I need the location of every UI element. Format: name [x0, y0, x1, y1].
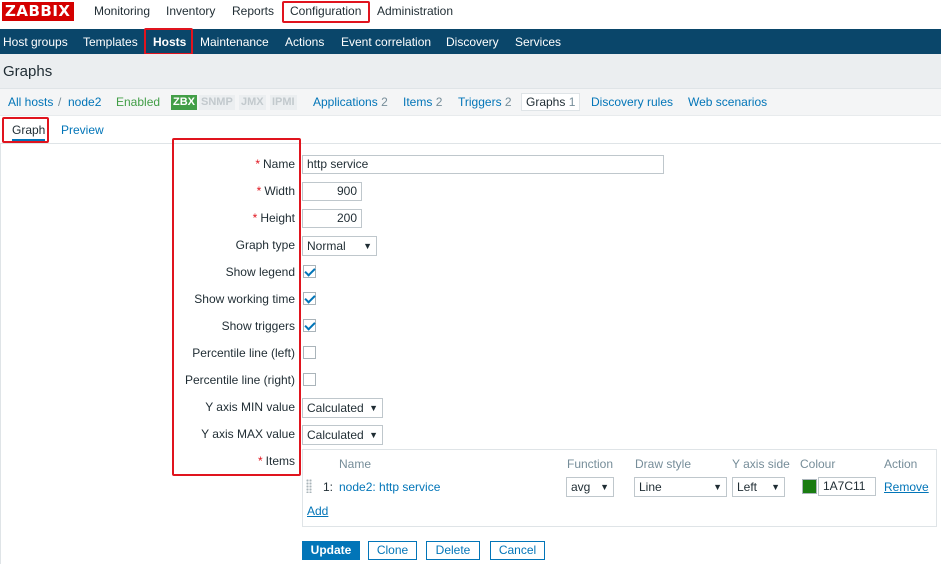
submenu-actions[interactable]: Actions: [285, 35, 324, 49]
dropdown-arrow-icon: ▼: [363, 241, 372, 251]
colour-input[interactable]: 1A7C11: [818, 477, 876, 496]
badge-snmp: SNMP: [199, 95, 235, 110]
applications-label: Applications: [313, 95, 378, 109]
delete-button[interactable]: Delete: [426, 541, 480, 560]
top-navigation: ZABBIX Monitoring Inventory Reports Conf…: [0, 0, 941, 29]
row-index: 1:: [323, 480, 334, 494]
submenu-services[interactable]: Services: [515, 35, 561, 49]
dropdown-arrow-icon: ▼: [771, 482, 780, 492]
drag-handle-icon[interactable]: [306, 479, 312, 493]
show-legend-checkbox[interactable]: [303, 265, 316, 278]
triggers-label: Triggers: [458, 95, 502, 109]
y-max-select[interactable]: Calculated ▼: [302, 425, 383, 445]
menu-inventory[interactable]: Inventory: [166, 4, 215, 18]
show-working-time-checkbox[interactable]: [303, 292, 316, 305]
dropdown-arrow-icon: ▼: [713, 482, 722, 492]
highlight-configuration: [282, 1, 370, 23]
header-draw-style: Draw style: [635, 457, 692, 471]
header-colour: Colour: [800, 457, 836, 471]
y-min-value: Calculated: [307, 401, 364, 415]
highlight-form-labels: [172, 138, 301, 476]
graph-type-value: Normal: [307, 239, 346, 253]
y-axis-side-select[interactable]: Left ▼: [732, 477, 785, 497]
name-input[interactable]: http service: [302, 155, 664, 174]
dropdown-arrow-icon: ▼: [369, 403, 378, 413]
item-name-link[interactable]: node2: http service: [339, 480, 440, 494]
show-triggers-checkbox[interactable]: [303, 319, 316, 332]
y-min-select[interactable]: Calculated ▼: [302, 398, 383, 418]
header-name: Name: [339, 457, 372, 471]
host-link[interactable]: node2: [68, 95, 101, 109]
zabbix-logo[interactable]: ZABBIX: [2, 2, 74, 21]
graphs-label: Graphs: [526, 95, 566, 109]
items-link[interactable]: Items 2: [403, 95, 442, 109]
function-value: avg: [571, 480, 591, 494]
badge-jmx: JMX: [239, 95, 266, 110]
colour-swatch[interactable]: [802, 479, 817, 494]
y-axis-side-value: Left: [737, 480, 758, 494]
submenu-host-groups[interactable]: Host groups: [3, 35, 68, 49]
remove-item-link[interactable]: Remove: [884, 480, 929, 494]
width-input[interactable]: 900: [302, 182, 362, 201]
header-function: Function: [567, 457, 614, 471]
host-breadcrumb-bar: All hosts / node2 Enabled ZBX SNMP JMX I…: [0, 89, 941, 116]
applications-link[interactable]: Applications 2: [313, 95, 388, 109]
applications-count: 2: [381, 95, 388, 109]
y-max-value: Calculated: [307, 428, 364, 442]
graph-type-select[interactable]: Normal ▼: [302, 236, 377, 256]
badge-ipmi: IPMI: [270, 95, 297, 110]
triggers-link[interactable]: Triggers 2: [458, 95, 512, 109]
form-tabs: Graph Preview: [0, 117, 941, 144]
submenu-templates[interactable]: Templates: [83, 35, 138, 49]
graphs-link[interactable]: Graphs 1: [521, 93, 581, 111]
submenu-event-correlation[interactable]: Event correlation: [341, 35, 431, 49]
items-label: Items: [403, 95, 433, 109]
header-y-axis-side: Y axis side: [732, 457, 790, 471]
draw-style-value: Line: [639, 480, 662, 494]
tab-preview[interactable]: Preview: [61, 123, 104, 137]
discovery-rules-link[interactable]: Discovery rules: [591, 95, 673, 109]
highlight-hosts: [144, 28, 193, 55]
breadcrumb-separator: /: [58, 95, 62, 109]
submenu-maintenance[interactable]: Maintenance: [200, 35, 269, 49]
submenu-discovery[interactable]: Discovery: [446, 35, 499, 49]
draw-style-select[interactable]: Line ▼: [634, 477, 727, 497]
menu-administration[interactable]: Administration: [377, 4, 453, 18]
triggers-count: 2: [504, 95, 512, 109]
title-bar: Graphs: [0, 54, 941, 89]
highlight-graph-tab: [2, 117, 49, 143]
height-input[interactable]: 200: [302, 209, 362, 228]
all-hosts-link[interactable]: All hosts: [8, 95, 53, 109]
percentile-left-checkbox[interactable]: [303, 346, 316, 359]
clone-button[interactable]: Clone: [368, 541, 417, 560]
page-title: Graphs: [3, 63, 53, 80]
cancel-button[interactable]: Cancel: [490, 541, 545, 560]
sub-navigation: Host groups Templates Hosts Maintenance …: [0, 29, 941, 54]
menu-monitoring[interactable]: Monitoring: [94, 4, 150, 18]
badge-zbx: ZBX: [171, 95, 197, 110]
items-count: 2: [435, 95, 443, 109]
function-select[interactable]: avg ▼: [566, 477, 614, 497]
menu-reports[interactable]: Reports: [232, 4, 274, 18]
percentile-right-checkbox[interactable]: [303, 373, 316, 386]
header-action: Action: [884, 457, 918, 471]
graphs-count: 1: [568, 95, 576, 109]
add-item-link[interactable]: Add: [307, 504, 328, 518]
dropdown-arrow-icon: ▼: [369, 430, 378, 440]
dropdown-arrow-icon: ▼: [600, 482, 609, 492]
update-button[interactable]: Update: [302, 541, 360, 560]
web-scenarios-link[interactable]: Web scenarios: [688, 95, 767, 109]
host-status-enabled[interactable]: Enabled: [116, 95, 160, 109]
